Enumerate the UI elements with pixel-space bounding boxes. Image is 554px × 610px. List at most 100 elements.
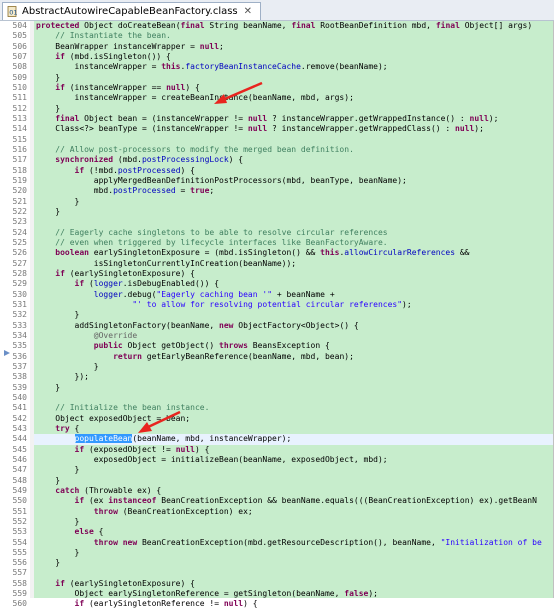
code-line[interactable]: 536 return getEarlyBeanReference(beanNam… [0, 352, 554, 362]
code-line[interactable]: 521 } [0, 197, 554, 207]
code-text[interactable]: } [36, 73, 60, 83]
code-line[interactable]: 555 } [0, 548, 554, 558]
code-text[interactable]: if (logger.isDebugEnabled()) { [36, 279, 220, 289]
code-line[interactable]: 552 } [0, 517, 554, 527]
code-text[interactable]: // even when triggered by lifecycle inte… [36, 238, 387, 248]
code-text[interactable]: } [36, 558, 60, 568]
code-line[interactable]: 560 if (earlySingletonReference != null)… [0, 599, 554, 609]
code-text[interactable]: if (earlySingletonExposure) { [36, 269, 195, 279]
code-text[interactable]: if (earlySingletonReference != null) { [36, 599, 258, 609]
code-text[interactable]: if (exposedObject != null) { [36, 445, 210, 455]
code-text[interactable]: if (mbd.isSingleton()) { [36, 52, 171, 62]
code-line[interactable]: 541 // Initialize the bean instance. [0, 403, 554, 413]
code-line[interactable]: 509 } [0, 73, 554, 83]
code-line[interactable]: 527 isSingletonCurrentlyInCreation(beanN… [0, 259, 554, 269]
code-text[interactable]: } [36, 207, 60, 217]
code-line[interactable]: 511 instanceWrapper = createBeanInstance… [0, 93, 554, 103]
code-text[interactable]: // Eagerly cache singletons to be able t… [36, 228, 387, 238]
code-text[interactable]: } [36, 548, 80, 558]
code-line[interactable]: 505 // Instantiate the bean. [0, 31, 554, 41]
code-text[interactable]: if (ex instanceof BeanCreationException … [36, 496, 537, 506]
code-text[interactable]: if (instanceWrapper == null) { [36, 83, 200, 93]
code-line[interactable]: 539 } [0, 383, 554, 393]
code-text[interactable]: boolean earlySingletonExposure = (mbd.is… [36, 248, 469, 258]
code-line[interactable]: 530 logger.debug("Eagerly caching bean '… [0, 290, 554, 300]
code-text[interactable]: } [36, 197, 80, 207]
code-line[interactable]: 523 [0, 217, 554, 227]
editor-tab[interactable]: 01 AbstractAutowireCapableBeanFactory.cl… [2, 2, 262, 20]
code-text[interactable]: "' to allow for resolving potential circ… [36, 300, 411, 310]
code-line[interactable]: 532 } [0, 310, 554, 320]
code-text[interactable]: @Override [36, 331, 137, 341]
code-text[interactable]: throw new BeanCreationException(mbd.getR… [36, 538, 542, 548]
code-text[interactable]: throw (BeanCreationException) ex; [36, 507, 253, 517]
code-line[interactable]: 513 final Object bean = (instanceWrapper… [0, 114, 554, 124]
code-line[interactable]: 504 protected Object doCreateBean(final S… [0, 21, 554, 31]
code-line[interactable]: 507 if (mbd.isSingleton()) { [0, 52, 554, 62]
code-line[interactable]: 558 if (earlySingletonExposure) { [0, 579, 554, 589]
code-line[interactable]: 542 Object exposedObject = bean; [0, 414, 554, 424]
code-text[interactable]: instanceWrapper = this.factoryBeanInstan… [36, 62, 388, 72]
code-line[interactable]: 548 } [0, 476, 554, 486]
code-line[interactable]: 524 // Eagerly cache singletons to be ab… [0, 228, 554, 238]
code-line[interactable]: 550 if (ex instanceof BeanCreationExcept… [0, 496, 554, 506]
code-line[interactable]: 531 "' to allow for resolving potential … [0, 300, 554, 310]
code-text[interactable]: exposedObject = initializeBean(beanName,… [36, 455, 388, 465]
code-line[interactable]: 508 instanceWrapper = this.factoryBeanIn… [0, 62, 554, 72]
code-editor[interactable]: 504 protected Object doCreateBean(final S… [0, 21, 554, 608]
code-text[interactable]: } [36, 310, 80, 320]
code-line[interactable]: 553 else { [0, 527, 554, 537]
code-text[interactable]: final Object bean = (instanceWrapper != … [36, 114, 498, 124]
code-text[interactable]: addSingletonFactory(beanName, new Object… [36, 321, 359, 331]
code-line[interactable]: 516 // Allow post-processors to modify t… [0, 145, 554, 155]
code-line[interactable]: 522 } [0, 207, 554, 217]
close-icon[interactable]: ✕ [244, 6, 252, 17]
code-text[interactable]: Object exposedObject = bean; [36, 414, 190, 424]
code-text[interactable]: public Object getObject() throws BeansEx… [36, 341, 330, 351]
code-text[interactable]: } [36, 465, 80, 475]
code-line[interactable]: 529 if (logger.isDebugEnabled()) { [0, 279, 554, 289]
code-line[interactable]: 535 public Object getObject() throws Bea… [0, 341, 554, 351]
code-line[interactable]: 533 addSingletonFactory(beanName, new Ob… [0, 321, 554, 331]
code-line[interactable]: 525 // even when triggered by lifecycle … [0, 238, 554, 248]
code-line[interactable]: 544 populateBean(beanName, mbd, instance… [0, 434, 554, 445]
code-text[interactable]: }); [36, 372, 89, 382]
code-line[interactable]: 557 [0, 568, 554, 578]
code-text[interactable]: protected Object doCreateBean(final Stri… [36, 21, 532, 31]
code-text[interactable]: catch (Throwable ex) { [36, 486, 161, 496]
code-text[interactable]: if (earlySingletonExposure) { [36, 579, 195, 589]
code-line[interactable]: 526 boolean earlySingletonExposure = (mb… [0, 248, 554, 258]
code-line[interactable]: 549 catch (Throwable ex) { [0, 486, 554, 496]
code-text[interactable]: } [36, 517, 80, 527]
code-text[interactable]: BeanWrapper instanceWrapper = null; [36, 42, 224, 52]
code-text[interactable]: logger.debug("Eagerly caching bean '" + … [36, 290, 335, 300]
code-line[interactable]: 506 BeanWrapper instanceWrapper = null; [0, 42, 554, 52]
code-line[interactable]: 512 } [0, 104, 554, 114]
code-text[interactable]: mbd.postProcessed = true; [36, 186, 214, 196]
code-text[interactable]: isSingletonCurrentlyInCreation(beanName)… [36, 259, 296, 269]
code-text[interactable]: // Allow post-processors to modify the m… [36, 145, 354, 155]
code-text[interactable]: return getEarlyBeanReference(beanName, m… [36, 352, 354, 362]
code-text[interactable]: } [36, 104, 60, 114]
code-line[interactable]: 540 [0, 393, 554, 403]
code-line[interactable]: 515 [0, 135, 554, 145]
code-line[interactable]: 556 } [0, 558, 554, 568]
code-text[interactable]: } [36, 476, 60, 486]
code-text[interactable]: // Initialize the bean instance. [36, 403, 209, 413]
code-line[interactable]: 551 throw (BeanCreationException) ex; [0, 507, 554, 517]
code-line[interactable]: 518 if (!mbd.postProcessed) { [0, 166, 554, 176]
code-text[interactable]: if (!mbd.postProcessed) { [36, 166, 195, 176]
code-line[interactable]: 543 try { [0, 424, 554, 434]
code-line[interactable]: 514 Class<?> beanType = (instanceWrapper… [0, 124, 554, 134]
code-text[interactable]: else { [36, 527, 104, 537]
code-text[interactable]: // Instantiate the bean. [36, 31, 171, 41]
code-text[interactable]: Class<?> beanType = (instanceWrapper != … [36, 124, 484, 134]
code-line[interactable]: 547 } [0, 465, 554, 475]
code-line[interactable]: 520 mbd.postProcessed = true; [0, 186, 554, 196]
code-text[interactable]: applyMergedBeanDefinitionPostProcessors(… [36, 176, 407, 186]
code-line[interactable]: 554 throw new BeanCreationException(mbd.… [0, 538, 554, 548]
code-line[interactable]: 534 @Override [0, 331, 554, 341]
code-text[interactable]: try { [36, 424, 79, 434]
code-line[interactable]: 545 if (exposedObject != null) { [0, 445, 554, 455]
selected-text[interactable]: populateBean [74, 434, 133, 444]
